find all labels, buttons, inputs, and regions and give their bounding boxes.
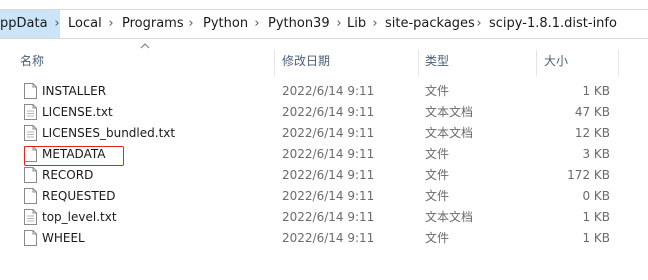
- file-name: WHEEL: [42, 231, 85, 245]
- file-size: 0 KB: [582, 189, 610, 203]
- chevron-right-icon[interactable]: ›: [250, 10, 264, 38]
- file-size: 47 KB: [574, 105, 610, 119]
- file-type: 文件: [425, 231, 450, 245]
- file-date: 2022/6/14 9:11: [282, 189, 375, 203]
- file-type: 文件: [425, 168, 450, 182]
- file-size: 1 KB: [582, 210, 610, 224]
- breadcrumb-lib[interactable]: Lib: [347, 10, 366, 38]
- column-divider[interactable]: [274, 50, 275, 76]
- file-size: 1 KB: [582, 231, 610, 245]
- file-type: 文件: [425, 189, 450, 203]
- file-type: 文本文档: [425, 210, 474, 224]
- address-bar[interactable]: ppData › Local › Programs › Python › Pyt…: [0, 9, 648, 39]
- file-name: LICENSES_bundled.txt: [42, 126, 176, 140]
- file-row[interactable]: WHEEL 2022/6/14 9:11 文件 1 KB: [0, 228, 648, 249]
- file-date: 2022/6/14 9:11: [282, 231, 375, 245]
- file-type: 文件: [425, 84, 450, 98]
- column-divider[interactable]: [536, 50, 537, 76]
- file-size: 1 KB: [582, 84, 610, 98]
- file-type: 文件: [425, 147, 450, 161]
- column-header-name[interactable]: 名称: [20, 50, 44, 72]
- file-icon: [24, 83, 37, 99]
- file-size: 172 KB: [567, 168, 610, 182]
- file-date: 2022/6/14 9:11: [282, 210, 375, 224]
- chevron-right-icon[interactable]: ›: [472, 10, 486, 38]
- file-size: 12 KB: [574, 126, 610, 140]
- chevron-right-icon[interactable]: ›: [332, 10, 346, 38]
- column-header-type[interactable]: 类型: [425, 50, 449, 72]
- breadcrumb-python[interactable]: Python: [203, 10, 248, 38]
- text-file-icon: [24, 209, 37, 225]
- file-name: RECORD: [42, 168, 94, 182]
- file-name: REQUESTED: [42, 189, 116, 203]
- file-row[interactable]: RECORD 2022/6/14 9:11 文件 172 KB: [0, 165, 648, 186]
- file-row[interactable]: REQUESTED 2022/6/14 9:11 文件 0 KB: [0, 186, 648, 207]
- column-header-row: 名称 修改日期 类型 大小: [0, 50, 648, 76]
- file-date: 2022/6/14 9:11: [282, 147, 375, 161]
- file-date: 2022/6/14 9:11: [282, 84, 375, 98]
- chevron-right-icon[interactable]: ›: [184, 10, 198, 38]
- chevron-right-icon[interactable]: ›: [104, 10, 118, 38]
- text-file-icon: [24, 104, 37, 120]
- chevron-right-icon[interactable]: ›: [368, 10, 382, 38]
- breadcrumb-programs[interactable]: Programs: [122, 10, 184, 38]
- file-row[interactable]: LICENSE.txt 2022/6/14 9:11 文本文档 47 KB: [0, 102, 648, 123]
- file-row[interactable]: top_level.txt 2022/6/14 9:11 文本文档 1 KB: [0, 207, 648, 228]
- file-row[interactable]: LICENSES_bundled.txt 2022/6/14 9:11 文本文档…: [0, 123, 648, 144]
- file-type: 文本文档: [425, 105, 474, 119]
- text-file-icon: [24, 125, 37, 141]
- column-header-date[interactable]: 修改日期: [282, 50, 330, 72]
- file-name: LICENSE.txt: [42, 105, 113, 119]
- breadcrumb-python39[interactable]: Python39: [268, 10, 330, 38]
- file-name: INSTALLER: [42, 84, 107, 98]
- file-icon: [24, 188, 37, 204]
- file-date: 2022/6/14 9:11: [282, 168, 375, 182]
- chevron-right-icon[interactable]: ›: [50, 10, 64, 38]
- column-header-size[interactable]: 大小: [544, 50, 568, 72]
- breadcrumb-current-folder[interactable]: scipy-1.8.1.dist-info: [489, 10, 617, 38]
- breadcrumb-site-packages[interactable]: site-packages: [385, 10, 475, 38]
- highlight-annotation-box: [24, 146, 124, 166]
- file-icon: [24, 167, 37, 183]
- file-name: top_level.txt: [42, 210, 117, 224]
- file-date: 2022/6/14 9:11: [282, 126, 375, 140]
- column-divider[interactable]: [418, 50, 419, 76]
- file-date: 2022/6/14 9:11: [282, 105, 375, 119]
- breadcrumb-local[interactable]: Local: [68, 10, 102, 38]
- breadcrumb-appdata[interactable]: ppData: [0, 10, 48, 38]
- file-icon: [24, 230, 37, 246]
- column-divider[interactable]: [618, 50, 619, 76]
- file-row[interactable]: INSTALLER 2022/6/14 9:11 文件 1 KB: [0, 81, 648, 102]
- file-type: 文本文档: [425, 126, 474, 140]
- file-size: 3 KB: [582, 147, 610, 161]
